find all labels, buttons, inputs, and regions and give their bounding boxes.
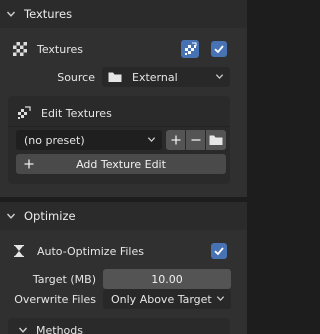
overwrite-label: Overwrite Files — [14, 293, 96, 306]
methods-subpanel: Methods — [8, 318, 230, 334]
add-texture-edit-label: Add Texture Edit — [76, 157, 166, 171]
minus-icon — [191, 139, 200, 141]
overwrite-dropdown[interactable]: Only Above Target — [103, 289, 231, 309]
edit-texture-brush-icon — [18, 106, 31, 119]
checkmark-icon — [214, 247, 224, 256]
add-preset-button[interactable] — [166, 130, 185, 150]
methods-label: Methods — [36, 323, 83, 334]
optimize-panel: Auto-Optimize Files Target (MB) 10.00 Ov… — [0, 230, 247, 334]
source-label: Source — [57, 71, 95, 84]
chevron-down-icon — [147, 137, 156, 143]
edit-textures-header[interactable]: Edit Textures — [17, 104, 112, 122]
texture-paint-toggle[interactable] — [181, 40, 199, 58]
textures-panel: Textures Source External Edit Textures (… — [0, 28, 247, 197]
textures-enable-row: Textures — [13, 40, 83, 58]
plus-icon — [24, 159, 34, 169]
optimize-section-title: Optimize — [24, 209, 76, 223]
preset-dropdown[interactable]: (no preset) — [16, 130, 162, 150]
textures-enable-label: Textures — [37, 42, 83, 56]
optimize-section-header[interactable]: Optimize — [0, 202, 247, 230]
textures-section-header[interactable]: Textures — [0, 0, 247, 28]
chevron-down-icon — [6, 213, 16, 219]
auto-optimize-row: Auto-Optimize Files — [13, 242, 144, 260]
chevron-down-icon — [18, 327, 28, 333]
preset-folder-button[interactable] — [206, 130, 226, 150]
textures-section-title: Textures — [24, 7, 73, 21]
auto-optimize-label: Auto-Optimize Files — [37, 244, 144, 258]
preset-value: (no preset) — [24, 133, 85, 147]
texture-brush-icon — [185, 42, 197, 55]
checkmark-icon — [214, 45, 224, 54]
target-size-value: 10.00 — [151, 272, 183, 286]
hourglass-icon — [14, 245, 24, 257]
source-dropdown[interactable]: External — [102, 67, 230, 87]
folder-icon — [209, 135, 223, 145]
textures-enable-checkbox[interactable] — [211, 41, 227, 57]
overwrite-value: Only Above Target — [111, 292, 212, 306]
remove-preset-button[interactable] — [186, 130, 205, 150]
methods-header[interactable]: Methods — [18, 322, 83, 334]
divider — [8, 126, 230, 127]
chevron-down-icon — [215, 74, 224, 80]
chevron-down-icon — [6, 11, 16, 17]
target-label: Target (MB) — [32, 273, 96, 286]
edit-textures-subpanel: Edit Textures (no preset) Add Texture Ed… — [8, 96, 230, 184]
target-size-field[interactable]: 10.00 — [103, 269, 231, 289]
chevron-down-icon — [216, 296, 225, 302]
folder-icon — [108, 72, 122, 82]
plus-icon — [171, 135, 180, 145]
source-value: External — [132, 70, 178, 84]
checker-texture-icon — [13, 42, 27, 56]
add-texture-edit-button[interactable]: Add Texture Edit — [16, 154, 226, 174]
edit-textures-title: Edit Textures — [41, 106, 112, 120]
auto-optimize-checkbox[interactable] — [211, 243, 227, 259]
